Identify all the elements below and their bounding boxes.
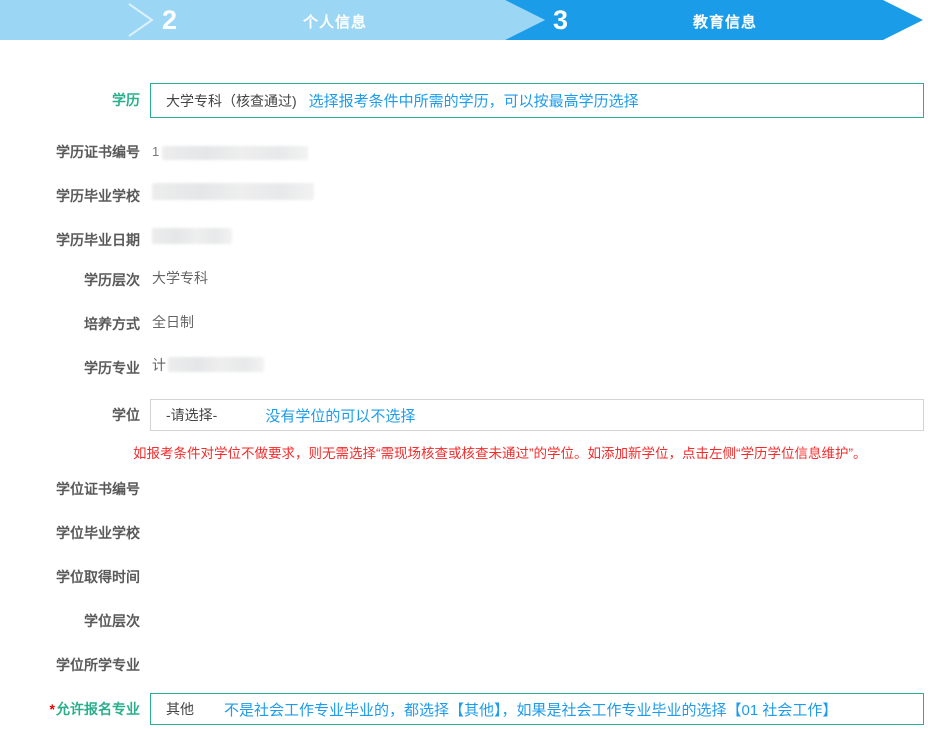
edu-level-row: 学历层次 大学专科 <box>0 268 928 292</box>
step-2-label: 个人信息 <box>270 11 400 32</box>
required-asterisk: * <box>50 701 55 717</box>
redacted-value <box>152 183 314 200</box>
redacted-value <box>152 228 232 244</box>
edu-school-row: 学历毕业学校 <box>0 184 928 208</box>
education-hint: 选择报考条件中所需的学历，可以按最高学历选择 <box>309 90 639 111</box>
edu-cert-no-prefix: 1 <box>152 144 159 159</box>
edu-level-label: 学历层次 <box>0 270 140 290</box>
allowed-major-hint: 不是社会工作专业毕业的，都选择【其他】，如果是社会工作专业毕业的选择【01 社会… <box>224 699 837 720</box>
edu-mode-label: 培养方式 <box>0 314 140 334</box>
degree-cert-no-label: 学位证书编号 <box>0 479 140 499</box>
degree-date-label: 学位取得时间 <box>0 567 140 587</box>
edu-mode-value: 全日制 <box>152 312 194 332</box>
edu-major-row: 学历专业 计 <box>0 356 928 380</box>
education-value: 大学专科（核查通过) <box>166 91 297 111</box>
degree-major-row: 学位所学专业 <box>0 653 928 677</box>
degree-school-label: 学位毕业学校 <box>0 523 140 543</box>
degree-value: -请选择- <box>166 405 217 425</box>
step-wizard: 2 个人信息 3 教育信息 <box>0 0 928 40</box>
edu-cert-no-row: 学历证书编号 1 <box>0 140 928 164</box>
education-label: 学历 <box>0 90 140 110</box>
degree-major-label: 学位所学专业 <box>0 655 140 675</box>
allowed-major-select[interactable]: 其他 不是社会工作专业毕业的，都选择【其他】，如果是社会工作专业毕业的选择【01… <box>150 693 924 725</box>
chevron-divider-icon <box>126 0 156 40</box>
allowed-major-label: *允许报名专业 <box>0 699 140 719</box>
degree-warning-text: 如报考条件对学位不做要求，则无需选择“需现场核查或核查未通过”的学位。如添加新学… <box>133 442 928 462</box>
degree-school-row: 学位毕业学校 <box>0 521 928 545</box>
edu-date-label: 学历毕业日期 <box>0 230 140 250</box>
degree-cert-no-row: 学位证书编号 <box>0 477 928 501</box>
allowed-major-value: 其他 <box>166 699 194 719</box>
edu-date-row: 学历毕业日期 <box>0 228 928 252</box>
edu-major-label: 学历专业 <box>0 358 140 378</box>
step-2-number: 2 <box>162 4 177 36</box>
edu-mode-row: 培养方式 全日制 <box>0 312 928 336</box>
edu-major-prefix: 计 <box>152 355 166 375</box>
degree-date-row: 学位取得时间 <box>0 565 928 589</box>
step-3-label: 教育信息 <box>660 11 790 32</box>
edu-school-label: 学历毕业学校 <box>0 186 140 206</box>
redacted-value <box>168 357 264 372</box>
step-3-number: 3 <box>553 4 568 36</box>
redacted-value <box>162 146 308 160</box>
degree-select[interactable]: -请选择- 没有学位的可以不选择 <box>150 399 924 431</box>
degree-level-row: 学位层次 <box>0 609 928 633</box>
degree-hint: 没有学位的可以不选择 <box>265 405 415 426</box>
allowed-major-label-text: 允许报名专业 <box>56 701 140 717</box>
education-info-form-page: 2 个人信息 3 教育信息 学历 大学专科（核查通过) 选择报考条件中所需的学历… <box>0 0 928 729</box>
education-select[interactable]: 大学专科（核查通过) 选择报考条件中所需的学历，可以按最高学历选择 <box>150 83 924 118</box>
edu-cert-no-label: 学历证书编号 <box>0 142 140 162</box>
edu-level-value: 大学专科 <box>152 268 208 288</box>
degree-level-label: 学位层次 <box>0 611 140 631</box>
degree-label: 学位 <box>0 405 140 425</box>
